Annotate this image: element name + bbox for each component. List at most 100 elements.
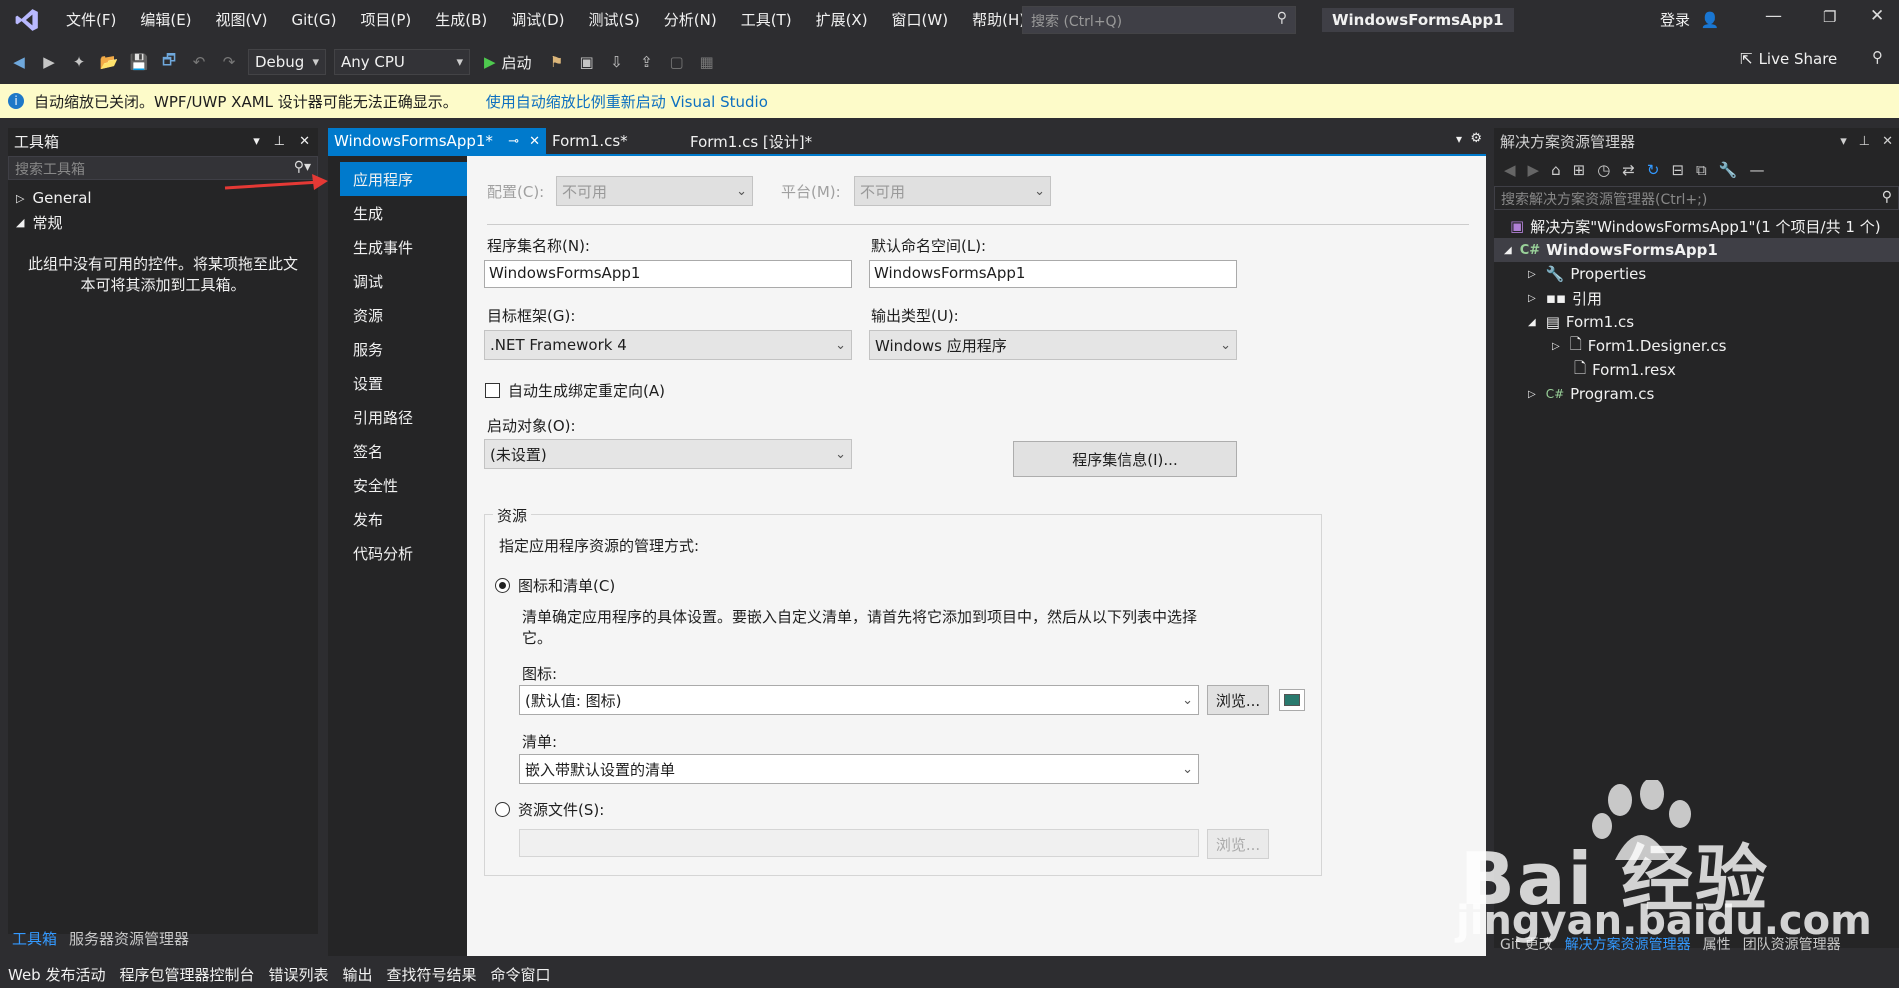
switch-views-icon[interactable]: ⊞ [1573, 161, 1586, 179]
history-icon[interactable]: ◷ [1597, 161, 1610, 179]
menu-file[interactable]: 文件(F) [54, 0, 128, 40]
restart-link[interactable]: 使用自动缩放比例重新启动 Visual Studio [486, 91, 768, 112]
menu-edit[interactable]: 编辑(E) [128, 0, 203, 40]
undo-icon[interactable]: ↶ [188, 51, 210, 73]
tree-references[interactable]: ▷ ▪▪ 引用 [1494, 286, 1899, 310]
nav-code-analysis[interactable]: 代码分析 [328, 536, 467, 570]
live-share-button[interactable]: ⇱ Live Share [1740, 50, 1837, 68]
publish-icon[interactable]: ⇩ [606, 51, 628, 73]
tree-project[interactable]: ◢ C# WindowsFormsApp1 [1494, 238, 1899, 262]
bookmark-icon[interactable]: ▢ [666, 51, 688, 73]
menu-git[interactable]: Git(G) [280, 0, 349, 40]
restore-icon[interactable]: ❐ [1823, 8, 1836, 26]
nav-settings[interactable]: 设置 [328, 366, 467, 400]
tab-toolbox[interactable]: 工具箱 [12, 928, 57, 949]
assembly-name-input[interactable]: WindowsFormsApp1 [484, 260, 852, 288]
open-folder-icon[interactable]: 📂 [98, 51, 120, 73]
close-icon[interactable]: ✕ [529, 134, 540, 149]
save-icon[interactable]: 💾 [128, 51, 150, 73]
show-all-files-icon[interactable]: ⧉ [1696, 161, 1707, 179]
tab-overflow-icon[interactable]: ▾ [1456, 132, 1462, 146]
nav-build[interactable]: 生成 [328, 196, 467, 230]
redo-icon[interactable]: ↷ [218, 51, 240, 73]
dropdown-icon[interactable]: ▾ [1840, 134, 1847, 149]
pin-icon[interactable]: ⊥ [1859, 134, 1870, 149]
icon-select[interactable]: (默认值: 图标) ⌄ [519, 685, 1199, 715]
close-icon[interactable]: ✕ [299, 134, 310, 149]
nav-security[interactable]: 安全性 [328, 468, 467, 502]
output-type-select[interactable]: Windows 应用程序 ⌄ [869, 330, 1237, 360]
menu-project[interactable]: 项目(P) [349, 0, 424, 40]
browser-icon[interactable]: ▣ [576, 51, 598, 73]
collapse-all-icon[interactable]: ⊟ [1671, 161, 1684, 179]
resource-file-radio[interactable]: 资源文件(S): [495, 799, 604, 820]
tab-error-list[interactable]: 错误列表 [269, 964, 329, 985]
preview-icon[interactable]: — [1749, 161, 1764, 179]
tab-form1-designer[interactable]: Form1.cs [设计]* [684, 128, 864, 154]
pin-icon[interactable]: ⊥ [274, 134, 285, 149]
tab-web-publish[interactable]: Web 发布活动 [8, 964, 105, 985]
solution-search-input[interactable]: 搜索解决方案资源管理器(Ctrl+;) ⚲ [1494, 186, 1899, 210]
config-dropdown[interactable]: Debug ▾ [248, 49, 326, 75]
framework-select[interactable]: .NET Framework 4 ⌄ [484, 330, 852, 360]
deploy-icon[interactable]: ⇪ [636, 51, 658, 73]
tree-solution[interactable]: ▣ 解决方案"WindowsFormsApp1"(1 个项目/共 1 个) [1494, 214, 1899, 238]
startup-object-select[interactable]: (未设置) ⌄ [484, 439, 852, 469]
tree-form1-resx[interactable]: 🗋 Form1.resx [1494, 358, 1899, 382]
new-project-icon[interactable]: ✦ [68, 51, 90, 73]
tree-properties[interactable]: ▷ 🔧 Properties [1494, 262, 1899, 286]
back-icon[interactable]: ◀ [1504, 161, 1516, 179]
nav-signing[interactable]: 签名 [328, 434, 467, 468]
tab-form1-cs[interactable]: Form1.cs* [546, 128, 684, 154]
dropdown-icon[interactable]: ▾ [253, 134, 260, 149]
save-all-icon[interactable]: 🗗 [158, 51, 180, 73]
tree-form1-designer[interactable]: ▷ 🗋 Form1.Designer.cs [1494, 334, 1899, 358]
auto-redirect-checkbox[interactable]: 自动生成绑定重定向(A) [485, 380, 665, 401]
tree-program-cs[interactable]: ▷ C# Program.cs [1494, 382, 1899, 406]
nav-publish[interactable]: 发布 [328, 502, 467, 536]
wrench-icon[interactable]: 🔧 [1719, 161, 1738, 179]
back-icon[interactable]: ◀ [8, 51, 30, 73]
nav-build-events[interactable]: 生成事件 [328, 230, 467, 264]
tab-server-explorer[interactable]: 服务器资源管理器 [69, 928, 189, 949]
manifest-select[interactable]: 嵌入带默认设置的清单 ⌄ [519, 754, 1199, 784]
close-icon[interactable]: ✕ [1882, 134, 1893, 149]
tab-find-symbol[interactable]: 查找符号结果 [387, 964, 477, 985]
icon-browse-button[interactable]: 浏览... [1207, 685, 1269, 715]
layout-icon[interactable]: ▦ [696, 51, 718, 73]
menu-window[interactable]: 窗口(W) [880, 0, 961, 40]
menu-tools[interactable]: 工具(T) [729, 0, 804, 40]
assembly-info-button[interactable]: 程序集信息(I)... [1013, 441, 1237, 477]
tab-package-manager[interactable]: 程序包管理器控制台 [119, 964, 254, 985]
login-button[interactable]: 登录 👤 [1660, 9, 1719, 30]
menu-debug[interactable]: 调试(D) [499, 0, 576, 40]
sync-icon[interactable]: ⇄ [1622, 161, 1635, 179]
nav-resources[interactable]: 资源 [328, 298, 467, 332]
start-button[interactable]: ▶ 启动 [478, 52, 538, 73]
tab-command-window[interactable]: 命令窗口 [491, 964, 551, 985]
gear-icon[interactable]: ⚙ [1470, 131, 1482, 146]
forward-icon[interactable]: ▶ [1528, 161, 1540, 179]
tab-project-properties[interactable]: WindowsFormsApp1* ⊸ ✕ [328, 128, 546, 154]
forward-icon[interactable]: ▶ [38, 51, 60, 73]
home-icon[interactable]: ⌂ [1551, 161, 1561, 179]
namespace-input[interactable]: WindowsFormsApp1 [869, 260, 1237, 288]
icon-manifest-radio[interactable]: 图标和清单(C) [495, 575, 615, 596]
tree-form1-cs[interactable]: ◢ ▤ Form1.cs [1494, 310, 1899, 334]
attach-icon[interactable]: ⚑ [546, 51, 568, 73]
nav-debug[interactable]: 调试 [328, 264, 467, 298]
tab-output[interactable]: 输出 [343, 964, 373, 985]
pin-icon[interactable]: ⊸ [508, 134, 519, 149]
nav-services[interactable]: 服务 [328, 332, 467, 366]
nav-reference-paths[interactable]: 引用路径 [328, 400, 467, 434]
minimize-icon[interactable]: — [1765, 6, 1782, 26]
refresh-icon[interactable]: ↻ [1647, 161, 1660, 179]
close-icon[interactable]: ✕ [1870, 6, 1884, 26]
menu-analyze[interactable]: 分析(N) [652, 0, 729, 40]
menu-view[interactable]: 视图(V) [204, 0, 280, 40]
feedback-icon[interactable]: ⚲ [1872, 48, 1883, 66]
menu-test[interactable]: 测试(S) [577, 0, 652, 40]
menu-build[interactable]: 生成(B) [423, 0, 499, 40]
platform-dropdown[interactable]: Any CPU ▾ [334, 49, 470, 75]
visual-studio-logo-icon[interactable] [0, 0, 54, 40]
